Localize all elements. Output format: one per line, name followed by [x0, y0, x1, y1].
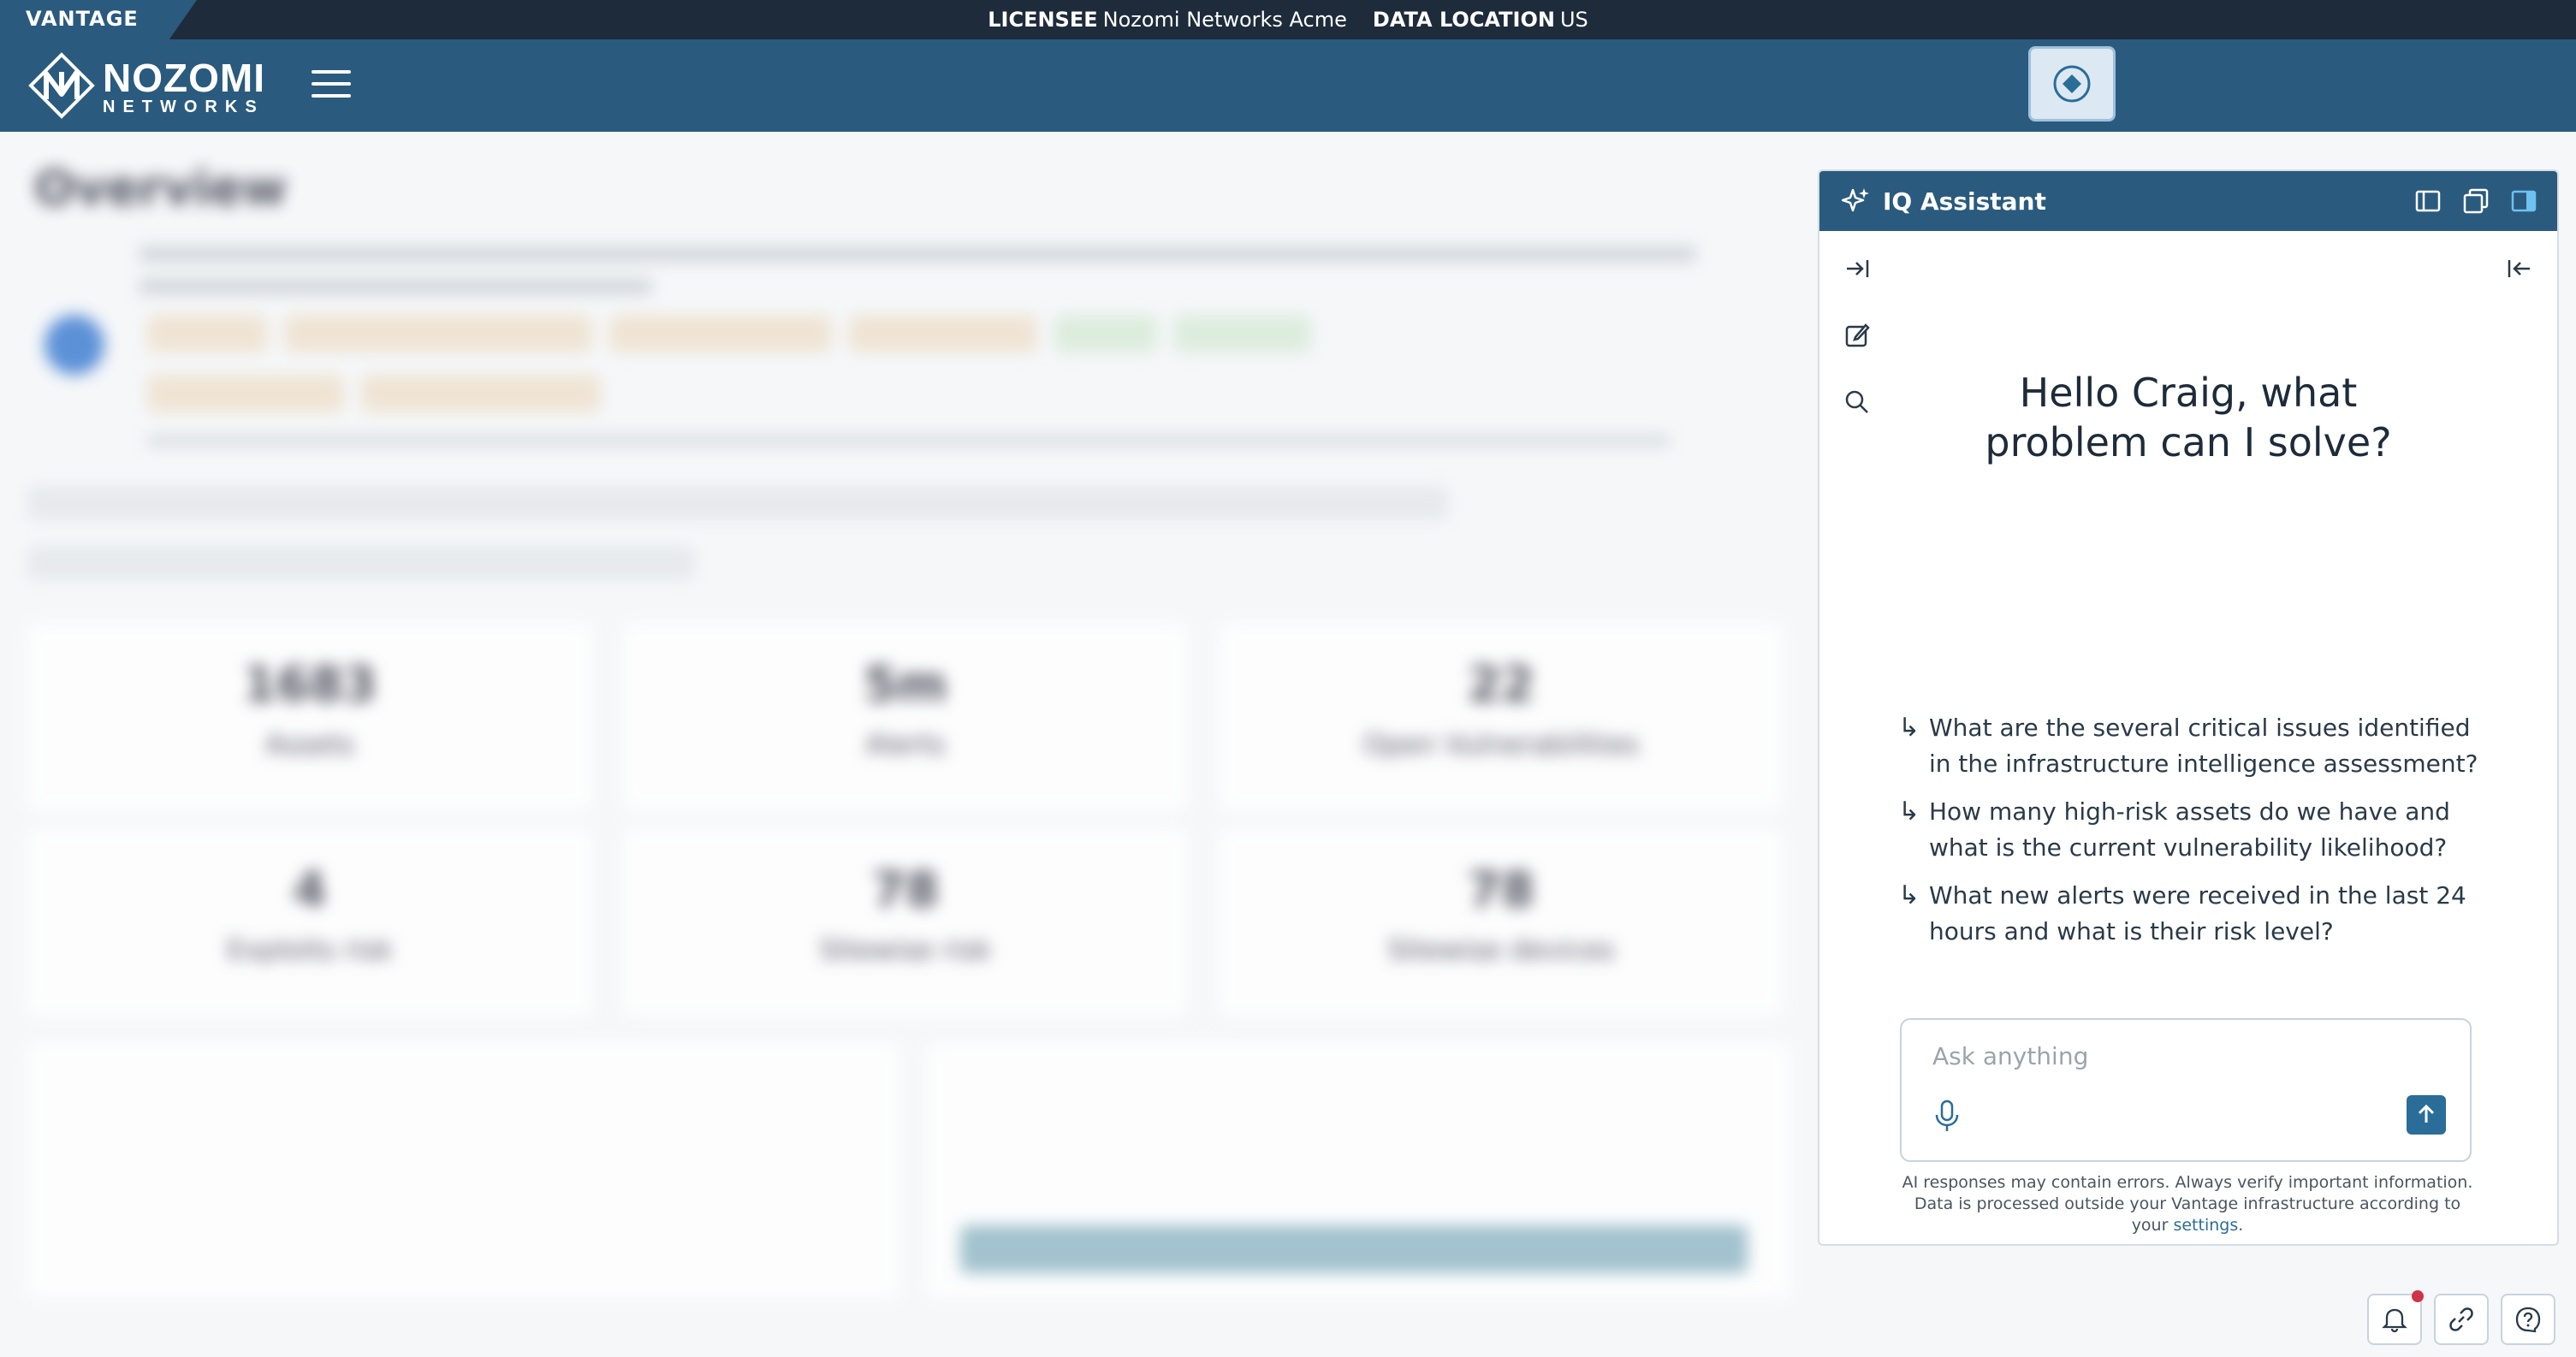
logo-sub-text: NETWORKS [103, 98, 264, 116]
overview-illustration [45, 315, 104, 375]
data-location-label: DATA LOCATION [1372, 8, 1555, 32]
popout-icon[interactable] [2461, 187, 2490, 216]
stat-card: 1683 Assets [27, 623, 592, 811]
iq-assistant-panel: IQ Assistant Hello Craig, what problem c… [1818, 169, 2559, 1246]
licensee-label: LICENSEE [988, 8, 1098, 32]
dock-right-icon[interactable] [2509, 187, 2538, 216]
nozomi-logo-icon[interactable] [27, 51, 96, 120]
assistant-title: IQ Assistant [1883, 187, 2046, 216]
overview-background: Overview 1683 Assets 5m Alerts 22 Open Vuln… [10, 144, 1806, 1342]
data-location-value: US [1559, 8, 1588, 32]
microphone-icon[interactable] [1932, 1099, 1962, 1133]
chat-input[interactable] [1932, 1042, 2429, 1070]
chat-input-box [1900, 1018, 2472, 1162]
notifications-button[interactable] [2367, 1290, 2424, 1345]
send-button[interactable] [2407, 1095, 2446, 1135]
overview-title: Overview [34, 161, 288, 216]
settings-link[interactable]: settings [2173, 1216, 2238, 1235]
stat-card: 4 Exploits risk [27, 828, 592, 1016]
bell-icon [2382, 1308, 2407, 1333]
overview-chip-row-2 [147, 375, 601, 412]
return-arrow-icon: ↳ [1898, 713, 1920, 743]
hamburger-menu-icon[interactable] [312, 70, 351, 101]
overview-description [139, 246, 1722, 294]
stat-card: 78 Sitewise devices [1219, 828, 1784, 1016]
suggestion-list: ↳ What are the several critical issues i… [1898, 710, 2489, 962]
return-arrow-icon: ↳ [1898, 797, 1920, 827]
stat-card: 78 Sitewise risk [623, 828, 1188, 1016]
diamond-icon [2053, 65, 2091, 103]
suggestion-item[interactable]: ↳ What new alerts were received in the l… [1898, 878, 2489, 950]
bg-progress-bar [960, 1225, 1748, 1273]
license-bar: VANTAGE LICENSEE Nozomi Networks Acme DATA… [0, 0, 2576, 39]
expand-icon[interactable] [1842, 253, 1873, 284]
bg-panel-left [27, 1042, 900, 1299]
suggestion-item[interactable]: ↳ How many high-risk assets do we have a… [1898, 794, 2489, 866]
ai-assistant-toggle-button[interactable] [2028, 46, 2116, 121]
assistant-area: IQ Assistant Hello Craig, what problem c… [1806, 144, 2576, 1357]
assistant-header: IQ Assistant [1819, 171, 2557, 231]
ai-disclaimer: AI responses may contain errors. Always … [1902, 1173, 2473, 1235]
licensee-value: Nozomi Networks Acme [1102, 8, 1347, 32]
bottom-toolbar [2367, 1290, 2555, 1345]
link-icon [2449, 1307, 2473, 1331]
stat-card: 22 Open Vulnerabilities [1219, 623, 1784, 811]
help-icon [2515, 1307, 2541, 1333]
sparkle-icon [1842, 188, 1869, 212]
suggestion-item[interactable]: ↳ What are the several critical issues i… [1898, 710, 2489, 782]
greeting-text: Hello Craig, what problem can I solve? [1985, 370, 2392, 465]
link-button[interactable] [2434, 1294, 2489, 1345]
filter-row [27, 486, 1448, 520]
license-info: LICENSEE Nozomi Networks Acme DATA LOCATIO… [0, 8, 2576, 32]
return-arrow-icon: ↳ [1898, 880, 1920, 910]
stat-card: 5m Alerts [623, 623, 1188, 811]
logo-text: NOZOMI NETWORKS [103, 58, 265, 117]
dock-left-icon[interactable] [2413, 187, 2442, 216]
filter-row-2 [27, 546, 695, 580]
arrow-up-icon [2418, 1104, 2435, 1123]
logo-main-text: NOZOMI [103, 56, 265, 100]
main-header: NOZOMI NETWORKS [0, 39, 2576, 132]
new-chat-icon[interactable] [1842, 320, 1873, 351]
collapse-icon[interactable] [2504, 253, 2535, 284]
notification-dot [2412, 1290, 2424, 1302]
help-button[interactable] [2501, 1294, 2555, 1345]
overview-chip-row [147, 315, 1311, 353]
